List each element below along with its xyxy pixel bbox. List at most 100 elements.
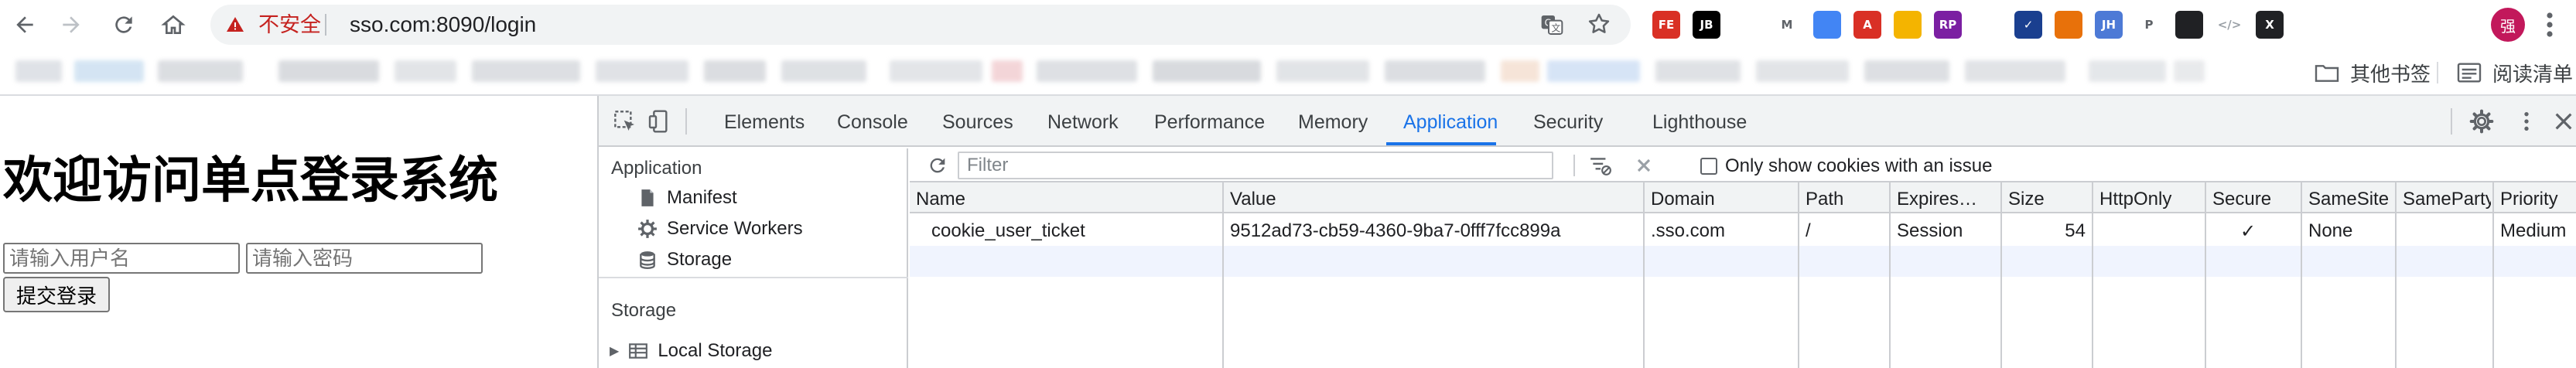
column-divider[interactable] [1222, 182, 1224, 368]
url-text[interactable]: sso.com:8090/login [350, 13, 536, 36]
blurred-bookmark[interactable] [1037, 60, 1137, 82]
tab-network[interactable]: Network [1047, 111, 1119, 134]
blurred-bookmark[interactable] [992, 60, 1023, 82]
column-divider[interactable] [1643, 182, 1645, 368]
blurred-bookmark[interactable] [1385, 60, 1485, 82]
column-divider[interactable] [2492, 182, 2494, 368]
puzzle-icon[interactable] [2296, 11, 2324, 39]
refresh-icon[interactable] [927, 155, 948, 176]
close-icon[interactable] [2551, 109, 2576, 134]
column-divider[interactable] [2301, 182, 2302, 368]
column-header-size[interactable]: Size [2008, 189, 2090, 210]
blurred-bookmark[interactable] [158, 60, 243, 82]
back-button[interactable] [8, 8, 42, 42]
checkmark-circle-icon[interactable]: ✓ [2014, 11, 2042, 39]
blurred-bookmark[interactable] [278, 60, 379, 82]
column-divider[interactable] [2205, 182, 2206, 368]
blurred-bookmark[interactable] [1501, 60, 1539, 82]
blurred-bookmark[interactable] [395, 60, 456, 82]
sidebar-item-local-storage[interactable]: ▶ Local Storage [610, 339, 772, 363]
code-icon[interactable]: </> [2216, 11, 2243, 39]
axure-rp-icon[interactable]: RP [1934, 11, 1962, 39]
column-divider[interactable] [2000, 182, 2002, 368]
column-divider[interactable] [1889, 182, 1891, 368]
blurred-bookmark[interactable] [1276, 60, 1369, 82]
jetbrains-icon[interactable]: JB [1693, 11, 1720, 39]
filter-input[interactable] [958, 152, 1553, 179]
blurred-bookmark[interactable] [890, 60, 982, 82]
fe-helper-icon[interactable]: FE [1652, 11, 1680, 39]
submit-login-button[interactable]: 提交登录 [3, 277, 110, 312]
sidebar-item-storage[interactable]: Storage [637, 247, 732, 272]
jh-icon[interactable]: JH [2095, 11, 2123, 39]
x-icon[interactable]: X [2256, 11, 2284, 39]
blurred-bookmark[interactable] [472, 60, 580, 82]
gear-icon[interactable] [2469, 109, 2494, 134]
cube-icon[interactable] [2175, 11, 2203, 39]
blurred-bookmark[interactable] [74, 60, 144, 82]
column-header-path[interactable]: Path [1806, 189, 1888, 210]
gmail-checker-icon[interactable]: M [1773, 11, 1801, 39]
browser-menu-icon[interactable] [2545, 11, 2554, 39]
sidebar-item-manifest[interactable]: Manifest [637, 186, 737, 210]
tab-lighthouse[interactable]: Lighthouse [1652, 111, 1747, 134]
blurred-bookmark[interactable] [2089, 60, 2166, 82]
column-header-sameparty[interactable]: SameParty [2403, 189, 2491, 210]
blurred-bookmark[interactable] [15, 60, 62, 82]
blurred-bookmark[interactable] [704, 60, 766, 82]
table-row-empty[interactable] [910, 246, 2576, 277]
translate-icon[interactable]: G文 [1539, 12, 1564, 37]
calendar-icon[interactable] [1894, 11, 1922, 39]
column-header-httponly[interactable]: HttpOnly [2099, 189, 2203, 210]
reload-button[interactable] [107, 8, 141, 42]
blurred-bookmark[interactable] [1547, 60, 1640, 82]
tab-elements[interactable]: Elements [724, 111, 805, 134]
tree-icon[interactable] [2055, 11, 2082, 39]
column-header-priority[interactable]: Priority [2500, 189, 2574, 210]
chrome-color-icon[interactable] [1813, 11, 1841, 39]
tab-performance[interactable]: Performance [1154, 111, 1265, 134]
delete-selected-icon[interactable] [1632, 155, 1655, 176]
password-input[interactable] [246, 243, 483, 274]
blurred-bookmark[interactable] [1756, 60, 1849, 82]
tab-console[interactable]: Console [837, 111, 908, 134]
tab-memory[interactable]: Memory [1298, 111, 1368, 134]
column-header-samesite[interactable]: SameSite [2308, 189, 2393, 210]
expand-triangle-icon[interactable]: ▶ [610, 343, 619, 359]
blurred-bookmark[interactable] [1965, 60, 2065, 82]
column-header-expires[interactable]: Expires… [1897, 189, 1999, 210]
blurred-bookmark[interactable] [1864, 60, 1949, 82]
sidebar-item-service-workers[interactable]: Service Workers [637, 216, 803, 241]
reading-list[interactable]: 阅读清单 [2457, 60, 2573, 86]
forward-button[interactable] [54, 8, 88, 42]
home-button[interactable] [156, 8, 190, 42]
tab-application[interactable]: Application [1403, 111, 1498, 134]
blurred-bookmark[interactable] [596, 60, 688, 82]
more-options-icon[interactable] [2514, 109, 2539, 134]
blurred-bookmark[interactable] [1153, 60, 1261, 82]
blurred-bookmark[interactable] [1655, 60, 1741, 82]
blurred-bookmark[interactable] [2174, 60, 2205, 82]
vue-devtools-icon[interactable] [1733, 11, 1761, 39]
clear-filtered-icon[interactable] [1589, 155, 1612, 176]
column-header-name[interactable]: Name [916, 189, 1221, 210]
tab-security[interactable]: Security [1533, 111, 1603, 134]
wavy-icon[interactable] [1974, 11, 2002, 39]
device-toolbar-icon[interactable] [647, 109, 671, 134]
column-divider[interactable] [2395, 182, 2397, 368]
pdf-icon[interactable]: A [1853, 11, 1881, 39]
profile-avatar[interactable]: 强 [2491, 8, 2525, 42]
only-issue-checkbox[interactable] [1700, 158, 1717, 175]
column-header-domain[interactable]: Domain [1651, 189, 1796, 210]
blurred-bookmark[interactable] [781, 60, 866, 82]
inspect-element-icon[interactable] [613, 109, 637, 134]
username-input[interactable] [3, 243, 240, 274]
address-bar[interactable]: 不安全 sso.com:8090/login G文 [210, 5, 1631, 45]
other-bookmarks-folder[interactable]: 其他书签 [2315, 60, 2431, 86]
column-divider[interactable] [2092, 182, 2093, 368]
p-icon[interactable]: P [2135, 11, 2163, 39]
security-label[interactable]: 不安全 [258, 13, 321, 36]
column-header-value[interactable]: Value [1230, 189, 1642, 210]
column-divider[interactable] [1798, 182, 1799, 368]
bookmark-star-icon[interactable] [1586, 11, 1612, 37]
